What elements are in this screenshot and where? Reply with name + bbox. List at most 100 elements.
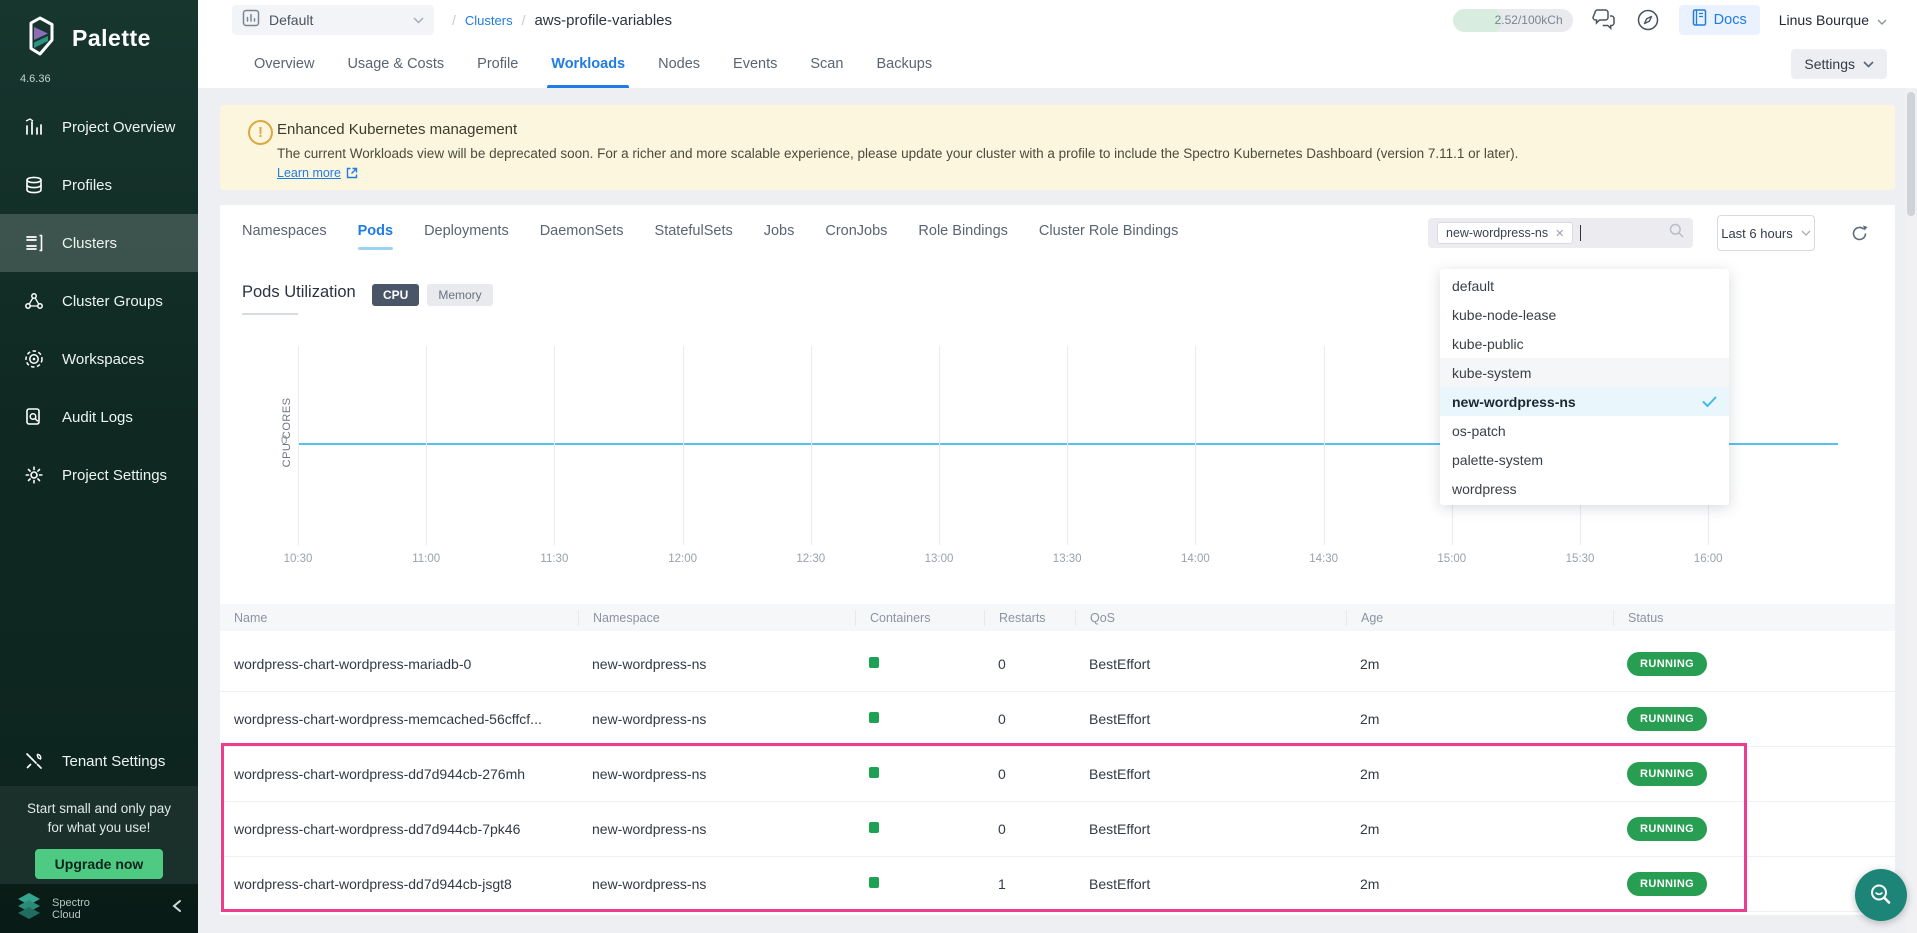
project-scope-icon (242, 9, 260, 32)
search-icon (1669, 223, 1684, 243)
dropdown-option-new-wordpress-ns[interactable]: new-wordpress-ns (1440, 387, 1729, 416)
dropdown-option-label: kube-public (1452, 336, 1524, 352)
restarts-cell: 0 (984, 766, 1075, 782)
sidebar-item-project-overview[interactable]: Project Overview (0, 98, 198, 156)
learn-more-link[interactable]: Learn more (277, 166, 358, 180)
table-row-highlighted[interactable]: wordpress-chart-wordpress-dd7d944cb-jsgt… (220, 857, 1895, 912)
table-row-highlighted[interactable]: wordpress-chart-wordpress-dd7d944cb-276m… (220, 747, 1895, 802)
restarts-cell: 0 (984, 656, 1075, 672)
container-status-square (869, 877, 879, 888)
column-header-qos: QoS (1075, 610, 1346, 626)
upgrade-promo: Start small and only pay for what you us… (0, 786, 198, 884)
compass-icon[interactable] (1636, 8, 1660, 32)
x-axis-labels: 10:3011:0011:3012:0012:3013:0013:3014:00… (298, 553, 1838, 569)
qos-cell: BestEffort (1075, 876, 1346, 892)
dropdown-option-wordpress[interactable]: wordpress (1440, 474, 1729, 503)
dropdown-option-label: palette-system (1452, 452, 1543, 468)
breadcrumb: / Clusters / aws-profile-variables (452, 12, 672, 29)
workload-tab-daemonsets[interactable]: DaemonSets (540, 208, 624, 254)
qos-cell: BestEffort (1075, 656, 1346, 672)
cluster-settings-button[interactable]: Settings (1791, 49, 1887, 79)
sidebar-item-clusters[interactable]: Clusters (0, 214, 198, 272)
cluster-tabs-row: Overview Usage & Costs Profile Workloads Nod… (198, 40, 1917, 88)
memory-toggle[interactable]: Memory (427, 284, 492, 306)
workload-tab-namespaces[interactable]: Namespaces (242, 208, 327, 254)
x-axis-tick: 14:30 (1309, 553, 1338, 565)
x-axis-tick: 14:00 (1181, 553, 1210, 565)
dropdown-option-label: kube-node-lease (1452, 307, 1556, 323)
collapse-sidebar-icon[interactable] (172, 899, 182, 918)
chevron-down-icon (413, 11, 424, 29)
breadcrumb-current: aws-profile-variables (534, 12, 672, 29)
column-header-containers: Containers (855, 610, 984, 626)
workload-tab-jobs[interactable]: Jobs (764, 208, 795, 254)
column-header-status: Status (1613, 610, 1895, 626)
cpu-toggle[interactable]: CPU (372, 284, 419, 306)
dropdown-option-palette-system[interactable]: palette-system (1440, 445, 1729, 474)
table-row[interactable]: wordpress-chart-wordpress-memcached-56cf… (220, 692, 1895, 747)
upgrade-now-button[interactable]: Upgrade now (35, 849, 164, 879)
workload-tab-statefulsets[interactable]: StatefulSets (655, 208, 733, 254)
brand[interactable]: Palette (0, 0, 198, 63)
tab-profile[interactable]: Profile (477, 40, 518, 88)
workload-tab-role-bindings[interactable]: Role Bindings (918, 208, 1007, 254)
y-axis-tick: 0 (281, 435, 287, 447)
scrollbar-thumb[interactable] (1907, 92, 1915, 216)
tab-events[interactable]: Events (733, 40, 777, 88)
namespace-cell: new-wordpress-ns (578, 821, 855, 837)
tab-nodes[interactable]: Nodes (658, 40, 700, 88)
project-selector[interactable]: Default (232, 5, 434, 35)
workload-tab-cluster-role-bindings[interactable]: Cluster Role Bindings (1039, 208, 1178, 254)
dropdown-option-label: wordpress (1452, 481, 1517, 497)
user-menu[interactable]: Linus Bourque (1779, 12, 1887, 28)
dropdown-option-kube-node-lease[interactable]: kube-node-lease (1440, 300, 1729, 329)
restarts-cell: 0 (984, 711, 1075, 727)
tab-scan[interactable]: Scan (810, 40, 843, 88)
tab-usage-costs[interactable]: Usage & Costs (347, 40, 444, 88)
sidebar-item-profiles[interactable]: Profiles (0, 156, 198, 214)
chart-gridline (683, 346, 684, 545)
namespace-filter-input[interactable]: new-wordpress-ns ✕ (1428, 218, 1693, 248)
time-range-select[interactable]: Last 6 hours (1717, 215, 1815, 251)
chevron-down-icon (1801, 230, 1811, 236)
sidebar-item-project-settings[interactable]: Project Settings (0, 446, 198, 504)
docs-button[interactable]: Docs (1679, 5, 1760, 35)
refresh-icon[interactable] (1850, 224, 1869, 248)
tab-overview[interactable]: Overview (254, 40, 314, 88)
tab-backups[interactable]: Backups (876, 40, 932, 88)
dropdown-option-os-patch[interactable]: os-patch (1440, 416, 1729, 445)
pods-table-header: NameNamespaceContainersRestartsQoSAgeSta… (220, 604, 1895, 631)
qos-cell: BestEffort (1075, 821, 1346, 837)
external-link-icon (346, 167, 358, 179)
workload-tab-deployments[interactable]: Deployments (424, 208, 509, 254)
sidebar-item-workspaces[interactable]: Workspaces (0, 330, 198, 388)
namespace-cell: new-wordpress-ns (578, 711, 855, 727)
tools-icon (22, 749, 46, 773)
age-cell: 2m (1346, 766, 1613, 782)
usage-quota-pill: 2.52/100kCh (1453, 9, 1573, 32)
sidebar-item-label: Workspaces (62, 351, 144, 368)
breadcrumb-clusters-link[interactable]: Clusters (465, 13, 513, 28)
help-fab-button[interactable] (1855, 869, 1907, 921)
chat-icon[interactable] (1592, 9, 1617, 31)
sidebar-item-cluster-groups[interactable]: Cluster Groups (0, 272, 198, 330)
settings-label: Settings (1804, 56, 1855, 72)
workload-tab-cronjobs[interactable]: CronJobs (825, 208, 887, 254)
dropdown-option-default[interactable]: default (1440, 271, 1729, 300)
workload-tab-pods[interactable]: Pods (358, 208, 393, 254)
table-row-highlighted[interactable]: wordpress-chart-wordpress-dd7d944cb-7pk4… (220, 802, 1895, 857)
sidebar-item-audit-logs[interactable]: Audit Logs (0, 388, 198, 446)
remove-tag-icon[interactable]: ✕ (1555, 227, 1564, 240)
containers-cell (855, 655, 984, 673)
text-cursor (1580, 225, 1581, 241)
tab-workloads[interactable]: Workloads (551, 40, 625, 88)
dropdown-option-label: default (1452, 278, 1494, 294)
dropdown-option-kube-system[interactable]: kube-system (1440, 358, 1729, 387)
dropdown-option-kube-public[interactable]: kube-public (1440, 329, 1729, 358)
pod-name-cell: wordpress-chart-wordpress-mariadb-0 (220, 656, 578, 672)
upgrade-text: Start small and only pay for what you us… (0, 799, 198, 837)
chevron-down-icon (1863, 61, 1874, 68)
sidebar-item-tenant-settings[interactable]: Tenant Settings (0, 732, 198, 790)
table-row[interactable]: wordpress-chart-wordpress-mariadb-0new-w… (220, 637, 1895, 692)
scrollbar-track[interactable] (1905, 88, 1917, 933)
